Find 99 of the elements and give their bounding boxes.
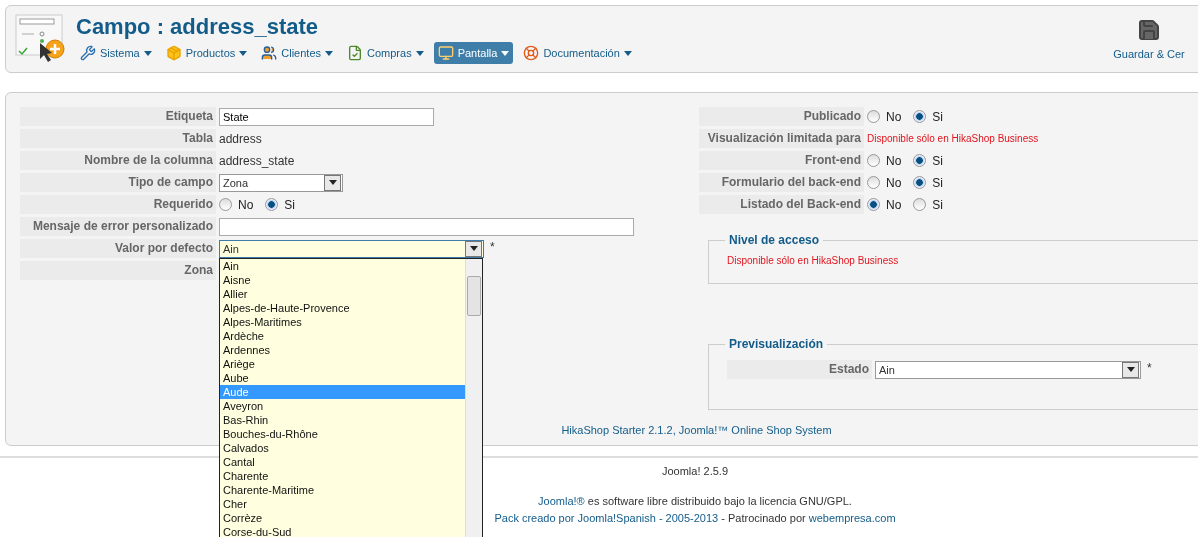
field-label: Estado: [727, 360, 872, 379]
text-field[interactable]: State: [219, 107, 434, 126]
dropdown-option[interactable]: Alpes-de-Haute-Provence: [220, 301, 465, 315]
menu-item[interactable]: Clientes: [257, 42, 338, 64]
field-label: Nombre de la columna: [20, 151, 216, 170]
field-label: Tipo de campo: [20, 173, 216, 192]
select-field[interactable]: Zona: [219, 173, 343, 192]
radio-label: No: [238, 197, 254, 212]
field-label: Valor por defecto: [20, 239, 216, 258]
menu-item[interactable]: Pantalla: [433, 42, 514, 64]
caret-icon: [501, 50, 510, 56]
footer-link[interactable]: Joomla!®: [538, 495, 585, 507]
field-label: Requerido: [20, 195, 216, 214]
caret-icon: [623, 50, 632, 56]
radio-label: Si: [932, 153, 943, 168]
caret-icon: [239, 50, 248, 56]
radio-label: No: [886, 153, 902, 168]
caret-icon: [1126, 367, 1135, 372]
wrench-icon: [80, 45, 96, 61]
page-title: Campo : address_state: [76, 14, 320, 40]
users-icon: [261, 45, 278, 61]
save-close-button[interactable]: Guardar & Cer: [1101, 18, 1197, 60]
dropdown-option[interactable]: Aube: [220, 371, 465, 385]
menu-item[interactable]: Documentación: [519, 42, 636, 64]
radio-label: No: [886, 197, 902, 212]
footer-link[interactable]: webempresa.com: [808, 512, 896, 524]
dropdown-option[interactable]: Bouches-du-Rhône: [220, 427, 465, 441]
radio-button[interactable]: [265, 198, 279, 211]
dropdown-option[interactable]: Ariège: [220, 357, 465, 371]
caret-icon: [328, 180, 337, 185]
caret-icon: [469, 246, 478, 251]
field-value: address_state: [219, 153, 295, 168]
lifebuoy-icon: [523, 45, 540, 61]
radio-button[interactable]: [867, 176, 880, 189]
version-link[interactable]: HikaShop Starter 2.1.2, Joomla!™ Online Shop System: [561, 424, 832, 436]
dropdown-option[interactable]: Alpes-Maritimes: [220, 315, 465, 329]
radio-label: Si: [284, 197, 295, 212]
dropdown-option[interactable]: Aisne: [220, 273, 465, 287]
dropdown-option[interactable]: Corrèze: [220, 511, 465, 525]
box-icon: [165, 45, 182, 61]
field-label: Front-end: [699, 151, 864, 170]
fieldset-title: Previsualización: [725, 337, 828, 351]
dropdown-option[interactable]: Charente-Maritime: [220, 483, 465, 497]
text-field[interactable]: [219, 217, 634, 236]
dropdown-option[interactable]: Allier: [220, 287, 465, 301]
menu-item[interactable]: Sistema: [76, 42, 156, 64]
dropdown-option[interactable]: Ardennes: [220, 343, 465, 357]
radio-button[interactable]: [913, 154, 927, 167]
radio-label: Si: [932, 109, 943, 124]
radio-button[interactable]: [913, 176, 927, 189]
footer-link[interactable]: Pack creado por Joomla!Spanish - 2005-2013: [494, 512, 719, 524]
dropdown-option[interactable]: Aveyron: [220, 399, 465, 413]
radio-button[interactable]: [867, 198, 880, 211]
field-label: Listado del Back-end: [699, 195, 864, 214]
field-label: Formulario del back-end: [699, 173, 864, 192]
radio-button[interactable]: [867, 154, 880, 167]
select-field[interactable]: Ain: [219, 239, 484, 258]
document-check-icon: [347, 45, 364, 61]
required-mark: *: [1147, 360, 1152, 375]
fieldset-title: Nivel de acceso: [725, 233, 824, 247]
radio-label: Si: [932, 197, 943, 212]
radio-button[interactable]: [867, 110, 880, 123]
field-label: Tabla: [20, 129, 216, 148]
dropdown-option[interactable]: Ain: [220, 259, 465, 273]
dropdown-option[interactable]: Calvados: [220, 441, 465, 455]
credits-text: Pack creado por Joomla!Spanish - 2005-2013 - Patrocinado por webempresa.com: [494, 512, 896, 525]
dropdown-option[interactable]: Cantal: [220, 455, 465, 469]
required-mark: *: [490, 239, 495, 254]
caret-icon: [325, 50, 334, 56]
dropdown-option[interactable]: Bas-Rhin: [220, 413, 465, 427]
dropdown-option[interactable]: Ardèche: [220, 329, 465, 343]
field-label: Zona: [20, 261, 216, 280]
select-field[interactable]: Ain: [875, 360, 1141, 379]
save-icon: [1137, 18, 1161, 42]
availability-note: Disponible sólo en HikaShop Business: [867, 133, 1039, 144]
field-label: Mensaje de error personalizado: [20, 217, 216, 236]
caret-icon: [415, 50, 424, 56]
license-text: Joomla!® es software libre distribuido bajo la licencia GNU/GPL.: [538, 495, 852, 508]
form-add-drawing: [14, 13, 66, 65]
radio-label: No: [886, 175, 902, 190]
dropdown-option[interactable]: Charente: [220, 469, 465, 483]
dropdown-option[interactable]: Cher: [220, 497, 465, 511]
scrollbar[interactable]: [465, 259, 482, 537]
radio-button[interactable]: [913, 110, 927, 123]
availability-note: Disponible sólo en HikaShop Business: [727, 255, 899, 266]
menu-item[interactable]: Productos: [161, 42, 252, 64]
field-label: Etiqueta: [20, 107, 216, 126]
radio-button[interactable]: [219, 198, 232, 211]
caret-icon: [143, 50, 152, 56]
field-value: address: [219, 131, 262, 146]
radio-button[interactable]: [913, 198, 927, 211]
field-label: Visualización limitada para: [699, 129, 864, 148]
field-label: Publicado: [699, 107, 864, 126]
radio-label: No: [886, 109, 902, 124]
monitor-icon: [437, 45, 454, 61]
version-text: Joomla! 2.5.9: [661, 465, 728, 477]
dropdown-option[interactable]: Corse-du-Sud: [220, 525, 465, 537]
menu-item[interactable]: Compras: [343, 42, 428, 64]
radio-label: Si: [932, 175, 943, 190]
